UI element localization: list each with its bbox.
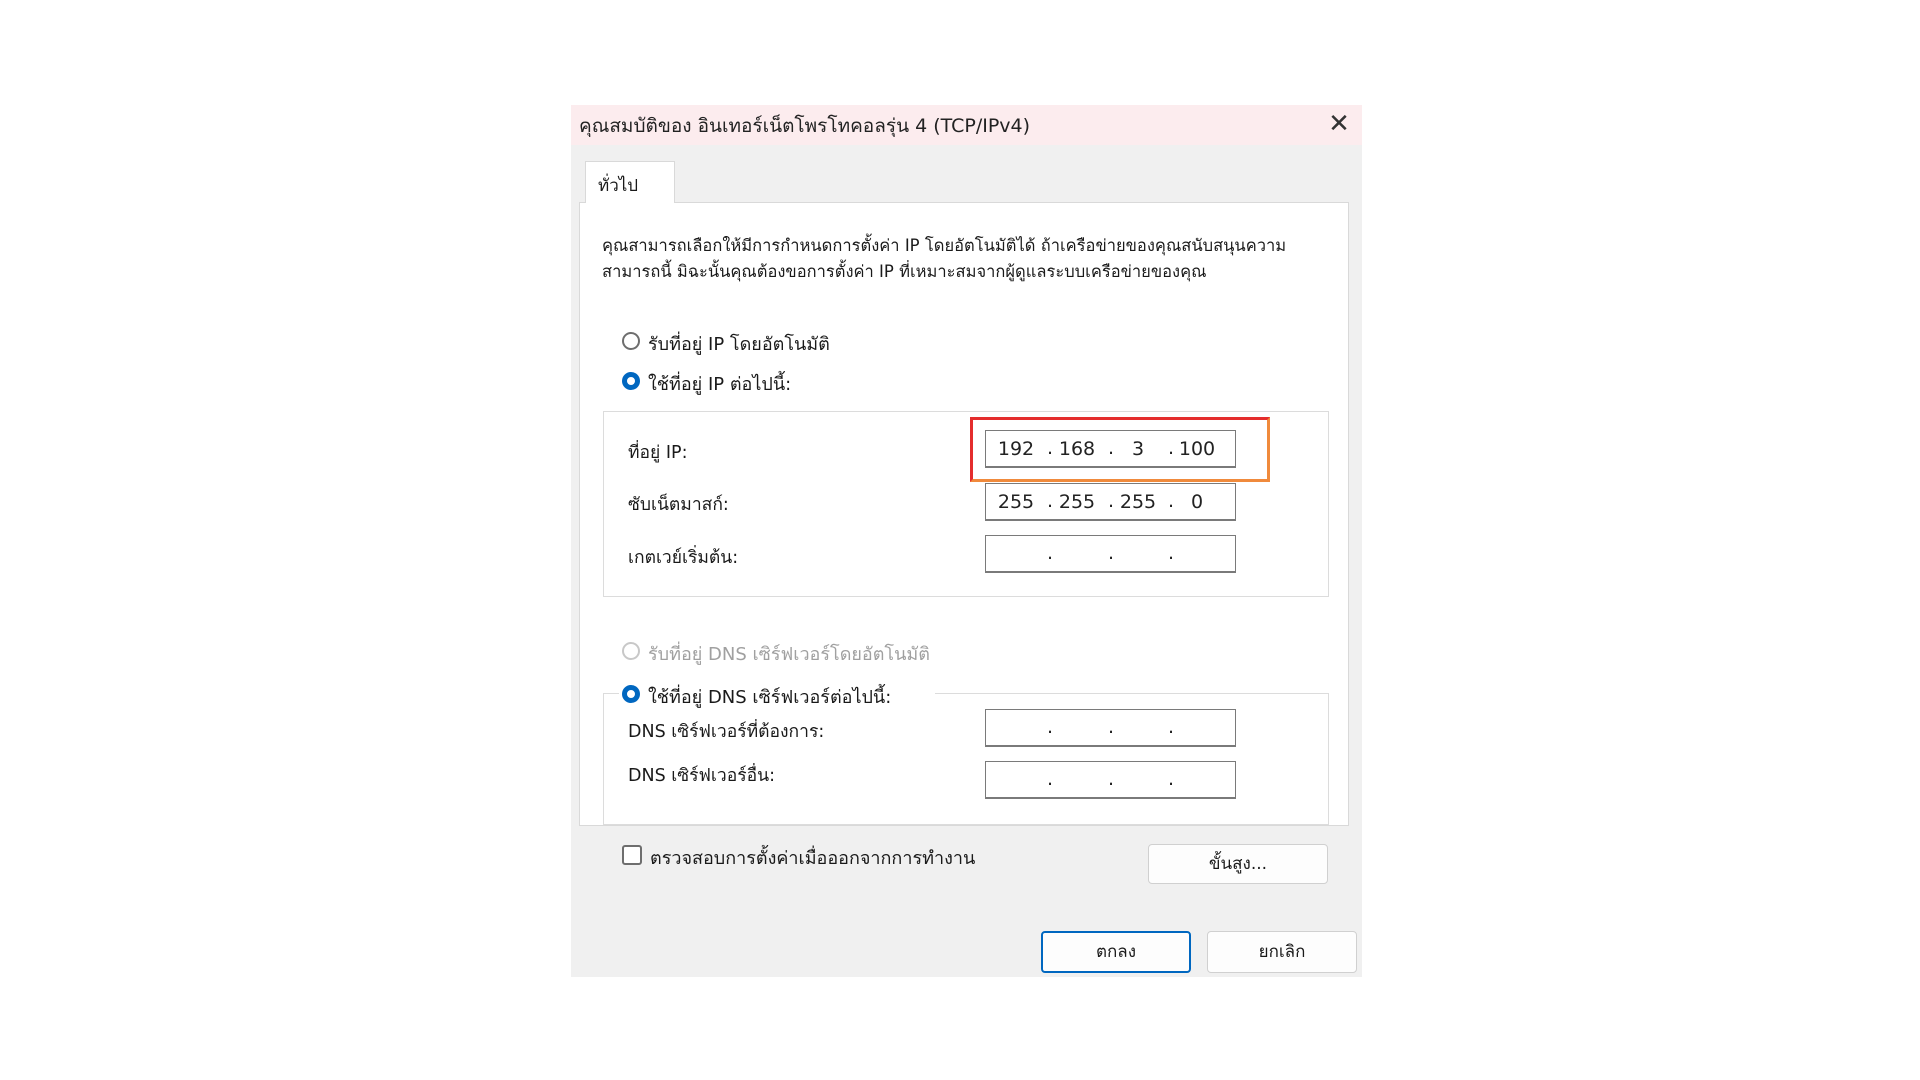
subnet-octet-2: 255 [1058, 491, 1096, 513]
radio-ip-auto-label[interactable]: รับที่อยู่ IP โดยอัตโนมัติ [648, 329, 830, 358]
ok-button[interactable]: ตกลง [1041, 931, 1191, 973]
default-gateway-input[interactable]: . . . [985, 535, 1236, 573]
octet-separator: . [1046, 768, 1054, 790]
description-text: คุณสามารถเลือกให้มีการกำหนดการตั้งค่า IP… [602, 236, 1287, 281]
octet-separator: . [1167, 542, 1175, 564]
octet-separator: . [1107, 716, 1115, 738]
octet-separator: . [1046, 716, 1054, 738]
preferred-dns-input[interactable]: . . . [985, 709, 1236, 747]
ip-address-input[interactable]: 192 . 168 . 3 . 100 [985, 430, 1236, 468]
octet-separator: . [1046, 490, 1054, 512]
radio-dns-manual[interactable] [622, 685, 640, 703]
preferred-dns-label: DNS เซิร์ฟเวอร์ที่ต้องการ: [628, 722, 825, 742]
dns-group-border-left [603, 693, 619, 694]
advanced-button[interactable]: ขั้นสูง... [1148, 844, 1328, 884]
tcpipv4-properties-dialog: คุณสมบัติของ อินเทอร์เน็ตโพรโทคอลรุ่น 4 … [571, 105, 1362, 977]
octet-separator: . [1107, 437, 1115, 459]
cancel-button[interactable]: ยกเลิก [1207, 931, 1357, 973]
subnet-octet-1: 255 [997, 491, 1035, 513]
radio-ip-manual-label[interactable]: ใช้ที่อยู่ IP ต่อไปนี้: [648, 369, 791, 398]
octet-separator: . [1167, 716, 1175, 738]
subnet-mask-input[interactable]: 255 . 255 . 255 . 0 [985, 483, 1236, 521]
tab-general-label: ทั่วไป [598, 176, 639, 196]
radio-dns-auto [622, 642, 640, 660]
alternate-dns-input[interactable]: . . . [985, 761, 1236, 799]
ip-address-label: ที่อยู่ IP: [628, 443, 688, 463]
octet-separator: . [1107, 542, 1115, 564]
octet-separator: . [1046, 542, 1054, 564]
radio-ip-auto[interactable] [622, 332, 640, 350]
ip-address-octet-3: 3 [1131, 438, 1145, 460]
alternate-dns-label: DNS เซิร์ฟเวอร์อื่น: [628, 766, 775, 786]
octet-separator: . [1167, 768, 1175, 790]
validate-settings-checkbox[interactable] [622, 845, 642, 865]
radio-ip-manual[interactable] [622, 372, 640, 390]
radio-dns-auto-label: รับที่อยู่ DNS เซิร์ฟเวอร์โดยอัตโนมัติ [648, 644, 930, 665]
ip-address-octet-4: 100 [1178, 438, 1216, 460]
close-button[interactable]: ✕ [1316, 105, 1362, 145]
validate-settings-label[interactable]: ตรวจสอบการตั้งค่าเมื่อออกจากการทำงาน [650, 843, 975, 872]
tab-general[interactable]: ทั่วไป [585, 161, 675, 203]
radio-dns-manual-label[interactable]: ใช้ที่อยู่ DNS เซิร์ฟเวอร์ต่อไปนี้: [648, 682, 891, 711]
subnet-octet-4: 0 [1190, 491, 1204, 513]
ip-address-octet-2: 168 [1058, 438, 1096, 460]
octet-separator: . [1107, 490, 1115, 512]
octet-separator: . [1046, 437, 1054, 459]
subnet-mask-label: ซับเน็ตมาสก์: [628, 495, 729, 515]
ip-address-octet-1: 192 [997, 438, 1035, 460]
window-title: คุณสมบัติของ อินเทอร์เน็ตโพรโทคอลรุ่น 4 … [579, 115, 1031, 137]
title-bar: คุณสมบัติของ อินเทอร์เน็ตโพรโทคอลรุ่น 4 … [571, 105, 1362, 145]
dns-group-border-right [935, 693, 1329, 694]
default-gateway-label: เกตเวย์เริ่มต้น: [628, 548, 739, 568]
octet-separator: . [1107, 768, 1115, 790]
subnet-octet-3: 255 [1119, 491, 1157, 513]
